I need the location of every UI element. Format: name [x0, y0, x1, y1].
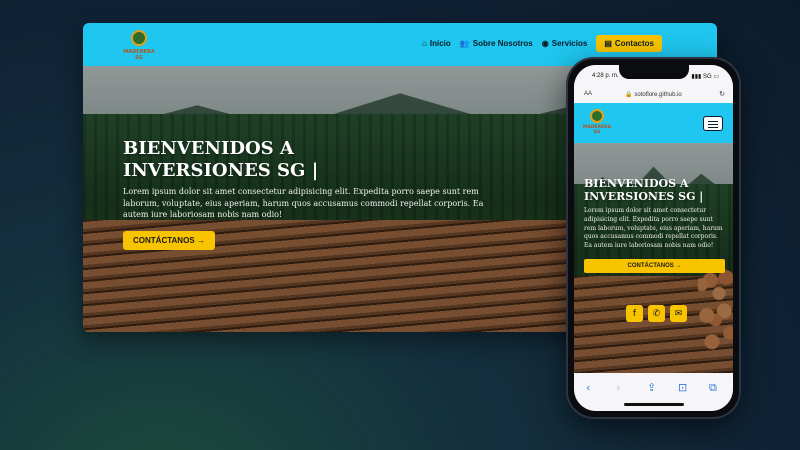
phone-notch — [618, 65, 689, 79]
home-icon: ⌂ — [422, 39, 427, 48]
logo-text: MADERERA SG — [582, 125, 612, 135]
contact-button[interactable]: CONTÁCTANOS → — [584, 258, 725, 273]
contact-card-icon: ▤ — [604, 39, 612, 48]
whatsapp-icon[interactable]: ✆ — [648, 305, 665, 322]
nav-label: Contactos — [614, 39, 654, 48]
status-indicators: ▮▮▮ SG ▭ — [691, 74, 719, 80]
reload-icon[interactable]: ↻ — [719, 90, 725, 98]
logo-emblem-icon — [131, 30, 147, 46]
site-logo[interactable]: MADERERA SG — [121, 30, 157, 61]
mobile-hero-section: BIENVENIDOS A INVERSIONES SG | Lorem ips… — [584, 177, 725, 273]
users-icon: 👥 — [459, 39, 470, 48]
hamburger-menu-button[interactable] — [703, 116, 723, 131]
home-indicator — [623, 403, 684, 406]
nav-item-servicios[interactable]: ◉ Servicios — [542, 39, 588, 48]
hero-title-line: INVERSIONES SG | — [584, 190, 704, 203]
main-nav: ⌂ Inicio 👥 Sobre Nosotros ◉ Servicios ▤ … — [422, 35, 662, 52]
contact-button[interactable]: CONTÁCTANOS → — [123, 230, 215, 250]
nav-label: Sobre Nosotros — [472, 39, 533, 48]
mobile-site-header: MADERERA SG — [574, 103, 733, 143]
tabs-icon[interactable]: ⧉ — [709, 381, 717, 395]
user-circle-icon: ◉ — [541, 39, 549, 48]
hero-title-line: INVERSIONES SG | — [123, 160, 319, 181]
facebook-icon[interactable]: f — [626, 305, 643, 322]
phone-screen: 4:28 p. m. ▮▮▮ SG ▭ AA 🔒 sotoflore.githu… — [574, 65, 733, 411]
mail-icon[interactable]: ✉ — [670, 305, 687, 322]
hero-title-line: BIENVENIDOS A — [584, 177, 689, 190]
address-bar[interactable]: AA 🔒 sotoflore.github.io ↻ — [574, 87, 733, 103]
nav-item-contactos[interactable]: ▤ Contactos — [596, 35, 662, 52]
hero-section: BIENVENIDOS A INVERSIONES SG | Lorem ips… — [123, 138, 493, 250]
nav-label: Servicios — [551, 39, 588, 48]
social-links: f ✆ ✉ — [626, 305, 687, 322]
hero-title-line: BIENVENIDOS A — [123, 138, 294, 159]
forward-icon[interactable]: › — [616, 381, 620, 394]
share-icon[interactable]: ⇪ — [647, 381, 656, 394]
phone-preview: 4:28 p. m. ▮▮▮ SG ▭ AA 🔒 sotoflore.githu… — [566, 57, 741, 419]
hero-title: BIENVENIDOS A INVERSIONES SG | — [584, 177, 725, 203]
site-logo[interactable]: MADERERA SG — [582, 109, 612, 137]
logo-emblem-icon — [590, 109, 604, 123]
logo-text: MADERERA SG — [123, 49, 155, 61]
hero-title: BIENVENIDOS A INVERSIONES SG | — [123, 138, 493, 182]
nav-item-inicio[interactable]: ⌂ Inicio — [422, 39, 451, 48]
nav-item-sobre-nosotros[interactable]: 👥 Sobre Nosotros — [460, 39, 533, 48]
nav-label: Inicio — [429, 39, 451, 48]
status-time: 4:28 p. m. — [592, 73, 619, 79]
hero-text: Lorem ipsum dolor sit amet consectetur a… — [584, 207, 723, 250]
url-text[interactable]: 🔒 sotoflore.github.io — [574, 91, 733, 98]
browser-toolbar: ‹ › ⇪ ⊡ ⧉ — [574, 373, 733, 411]
back-icon[interactable]: ‹ — [586, 381, 590, 394]
bookmarks-icon[interactable]: ⊡ — [678, 381, 687, 394]
hero-text: Lorem ipsum dolor sit amet consectetur a… — [123, 187, 484, 219]
